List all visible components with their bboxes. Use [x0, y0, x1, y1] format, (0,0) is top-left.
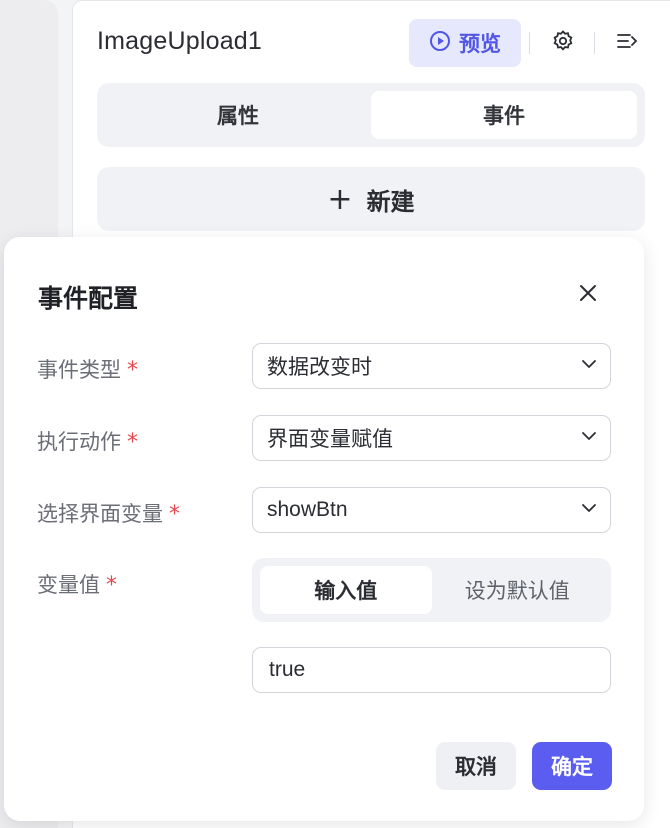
new-event-label: 新建: [366, 187, 415, 216]
action-label-text: 执行动作: [37, 430, 121, 454]
preview-label: 预览: [459, 32, 501, 56]
variable-select[interactable]: showBtn: [252, 487, 611, 533]
mode-set-default[interactable]: 设为默认值: [432, 566, 604, 614]
action-value: 界面变量赋值: [267, 427, 393, 451]
var-value-label: 变量值 *: [37, 569, 117, 599]
panel-tabs: 属性 事件: [97, 83, 645, 147]
event-config-dialog: 事件配置 事件类型 * 数据改变时 执行动作 * 界面变量赋值 选择界面变量 * sh…: [4, 237, 644, 821]
cancel-button[interactable]: 取消: [436, 742, 516, 790]
tab-events[interactable]: 事件: [371, 91, 637, 139]
variable-value: showBtn: [267, 498, 348, 521]
var-value-label-text: 变量值: [37, 573, 100, 597]
component-name: ImageUpload1: [97, 27, 263, 55]
tab-properties[interactable]: 属性: [105, 91, 371, 139]
variable-label-text: 选择界面变量: [37, 502, 163, 526]
var-value-input[interactable]: [252, 647, 611, 693]
var-value-mode-toggle: 输入值 设为默认值: [252, 558, 611, 622]
action-select[interactable]: 界面变量赋值: [252, 415, 611, 461]
preview-button[interactable]: 预览: [409, 19, 521, 67]
close-icon: [579, 284, 597, 306]
collapse-panel-button[interactable]: [613, 29, 641, 57]
required-mark: *: [169, 502, 180, 527]
collapse-panel-icon: [615, 29, 639, 57]
chevron-down-icon: [580, 498, 598, 522]
event-type-label: 事件类型 *: [37, 354, 138, 384]
mode-input-value[interactable]: 输入值: [260, 566, 432, 614]
confirm-button[interactable]: 确定: [532, 742, 612, 790]
close-button[interactable]: [574, 281, 602, 309]
action-label: 执行动作 *: [37, 426, 138, 456]
chevron-down-icon: [580, 354, 598, 378]
divider: [594, 32, 595, 54]
required-mark: *: [127, 358, 138, 383]
new-event-button[interactable]: + 新建: [97, 167, 645, 231]
required-mark: *: [106, 573, 117, 598]
settings-button[interactable]: [549, 29, 577, 57]
event-type-label-text: 事件类型: [37, 358, 121, 382]
dialog-title: 事件配置: [38, 284, 139, 313]
required-mark: *: [127, 430, 138, 455]
event-type-select[interactable]: 数据改变时: [252, 343, 611, 389]
event-type-value: 数据改变时: [267, 355, 372, 379]
play-circle-icon: [429, 30, 451, 57]
panel-header: ImageUpload1 预览: [97, 19, 657, 67]
plus-icon: +: [327, 181, 353, 217]
chevron-down-icon: [580, 426, 598, 450]
variable-label: 选择界面变量 *: [37, 498, 180, 528]
divider: [529, 32, 530, 54]
gear-icon: [551, 29, 575, 57]
